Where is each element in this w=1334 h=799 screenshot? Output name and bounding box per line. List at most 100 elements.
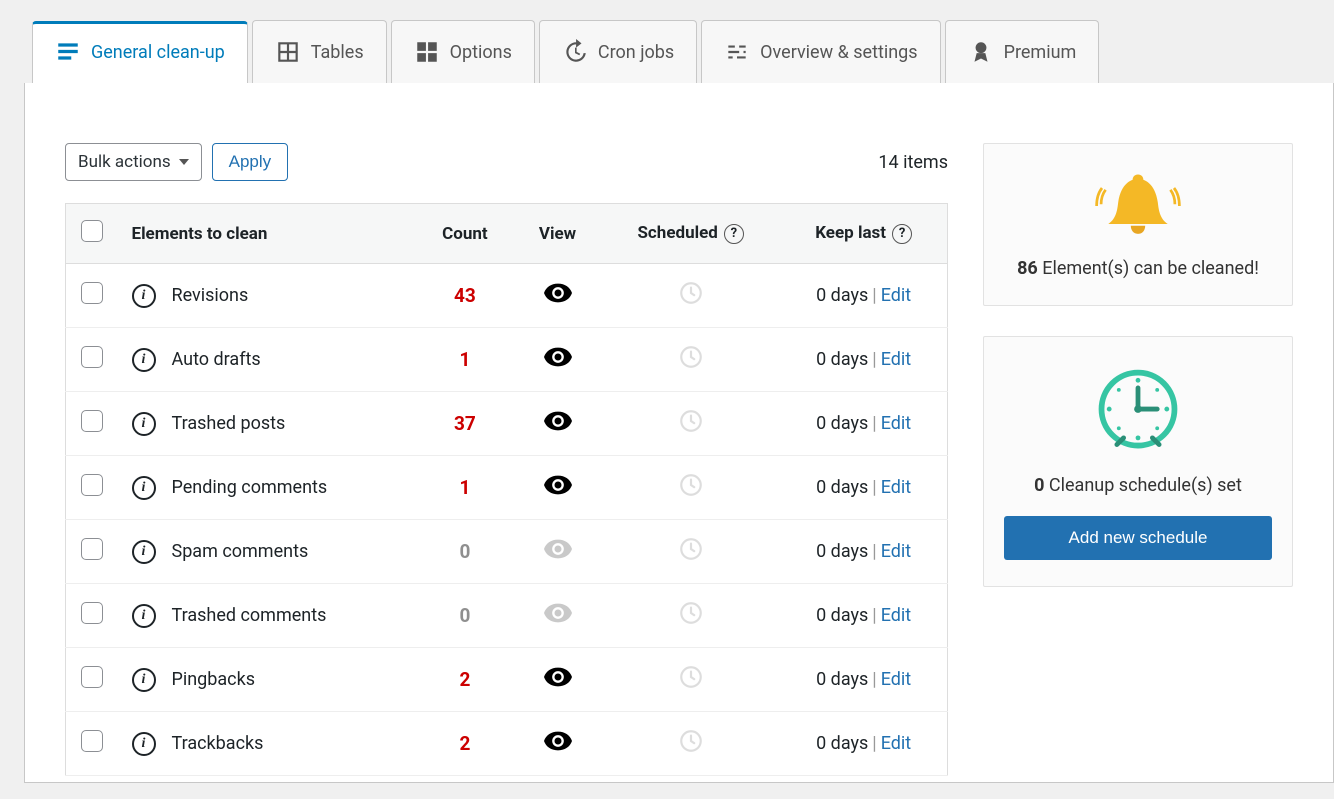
keep-days: 0 days [816, 413, 868, 434]
element-label: Spam comments [172, 541, 309, 562]
col-elements: Elements to clean [118, 204, 416, 264]
bulk-actions-label: Bulk actions [78, 152, 171, 172]
scheduled-icon [678, 610, 704, 631]
edit-link[interactable]: Edit [881, 541, 911, 562]
add-schedule-button[interactable]: Add new schedule [1004, 516, 1272, 560]
history-icon [562, 39, 588, 65]
select-all-checkbox[interactable] [81, 220, 103, 242]
col-view: View [514, 204, 601, 264]
count-value: 0 [459, 604, 470, 627]
chevron-down-icon [179, 159, 189, 165]
count-value: 37 [454, 412, 476, 435]
element-label: Pingbacks [172, 669, 256, 690]
tab-label: Overview & settings [760, 42, 917, 63]
table-row: iSpam comments00 days|Edit [66, 520, 948, 584]
schedule-text: 0 Cleanup schedule(s) set [1004, 475, 1272, 496]
row-checkbox[interactable] [81, 666, 103, 688]
bell-icon [1004, 170, 1272, 246]
eye-icon[interactable] [544, 667, 572, 687]
table-row: iAuto drafts10 days|Edit [66, 328, 948, 392]
eye-icon [544, 603, 572, 623]
element-label: Auto drafts [172, 349, 261, 370]
row-checkbox[interactable] [81, 282, 103, 304]
row-checkbox[interactable] [81, 730, 103, 752]
table-row: iTrashed posts370 days|Edit [66, 392, 948, 456]
keep-days: 0 days [816, 541, 868, 562]
keep-days: 0 days [816, 669, 868, 690]
scheduled-icon [678, 354, 704, 375]
col-scheduled: Scheduled? [601, 204, 780, 264]
scheduled-icon [678, 546, 704, 567]
tab-label: Tables [311, 42, 364, 63]
edit-link[interactable]: Edit [881, 669, 911, 690]
scheduled-icon [678, 290, 704, 311]
info-icon[interactable]: i [132, 668, 156, 692]
tab-general-cleanup[interactable]: General clean-up [32, 21, 248, 83]
table-row: iPending comments10 days|Edit [66, 456, 948, 520]
element-label: Revisions [172, 285, 249, 306]
list-icon [55, 39, 81, 65]
sliders-icon [724, 39, 750, 65]
row-checkbox[interactable] [81, 538, 103, 560]
edit-link[interactable]: Edit [881, 349, 911, 370]
info-icon[interactable]: i [132, 732, 156, 756]
scheduled-icon [678, 418, 704, 439]
info-icon[interactable]: i [132, 412, 156, 436]
edit-link[interactable]: Edit [881, 477, 911, 498]
count-value: 0 [459, 540, 470, 563]
help-icon[interactable]: ? [892, 224, 912, 244]
count-value: 43 [454, 284, 476, 307]
schedule-card: 0 Cleanup schedule(s) set Add new schedu… [983, 336, 1293, 587]
row-checkbox[interactable] [81, 474, 103, 496]
eye-icon[interactable] [544, 411, 572, 431]
keep-days: 0 days [816, 349, 868, 370]
element-label: Trashed comments [172, 605, 327, 626]
tab-label: Cron jobs [598, 42, 674, 63]
count-value: 2 [459, 668, 470, 691]
info-icon[interactable]: i [132, 476, 156, 500]
cleanup-table: Elements to clean Count View Scheduled? … [65, 203, 948, 776]
eye-icon [544, 539, 572, 559]
tab-tables[interactable]: Tables [252, 20, 387, 83]
edit-link[interactable]: Edit [881, 605, 911, 626]
apply-button[interactable]: Apply [212, 143, 289, 181]
table-row: iRevisions430 days|Edit [66, 264, 948, 328]
keep-days: 0 days [816, 733, 868, 754]
eye-icon[interactable] [544, 283, 572, 303]
scheduled-icon [678, 674, 704, 695]
cleanable-text: 86 Element(s) can be cleaned! [1004, 258, 1272, 279]
scheduled-icon [678, 482, 704, 503]
items-count: 14 items [878, 152, 948, 173]
info-icon[interactable]: i [132, 540, 156, 564]
eye-icon[interactable] [544, 347, 572, 367]
tab-label: General clean-up [91, 42, 225, 63]
info-icon[interactable]: i [132, 604, 156, 628]
tab-label: Options [450, 42, 512, 63]
eye-icon[interactable] [544, 475, 572, 495]
scheduled-icon [678, 738, 704, 759]
tab-cron-jobs[interactable]: Cron jobs [539, 20, 697, 83]
info-icon[interactable]: i [132, 348, 156, 372]
row-checkbox[interactable] [81, 346, 103, 368]
tab-options[interactable]: Options [391, 20, 535, 83]
keep-days: 0 days [816, 477, 868, 498]
element-label: Trackbacks [172, 733, 264, 754]
bulk-actions-select[interactable]: Bulk actions [65, 143, 202, 181]
edit-link[interactable]: Edit [881, 733, 911, 754]
keep-days: 0 days [816, 285, 868, 306]
row-checkbox[interactable] [81, 602, 103, 624]
clock-icon [1004, 363, 1272, 463]
count-value: 2 [459, 732, 470, 755]
row-checkbox[interactable] [81, 410, 103, 432]
table-row: iTrackbacks20 days|Edit [66, 712, 948, 776]
count-value: 1 [459, 476, 470, 499]
edit-link[interactable]: Edit [881, 413, 911, 434]
info-icon[interactable]: i [132, 284, 156, 308]
keep-days: 0 days [816, 605, 868, 626]
eye-icon[interactable] [544, 731, 572, 751]
help-icon[interactable]: ? [724, 224, 744, 244]
element-label: Pending comments [172, 477, 328, 498]
tab-premium[interactable]: Premium [945, 20, 1100, 83]
tab-overview-settings[interactable]: Overview & settings [701, 20, 940, 83]
edit-link[interactable]: Edit [881, 285, 911, 306]
